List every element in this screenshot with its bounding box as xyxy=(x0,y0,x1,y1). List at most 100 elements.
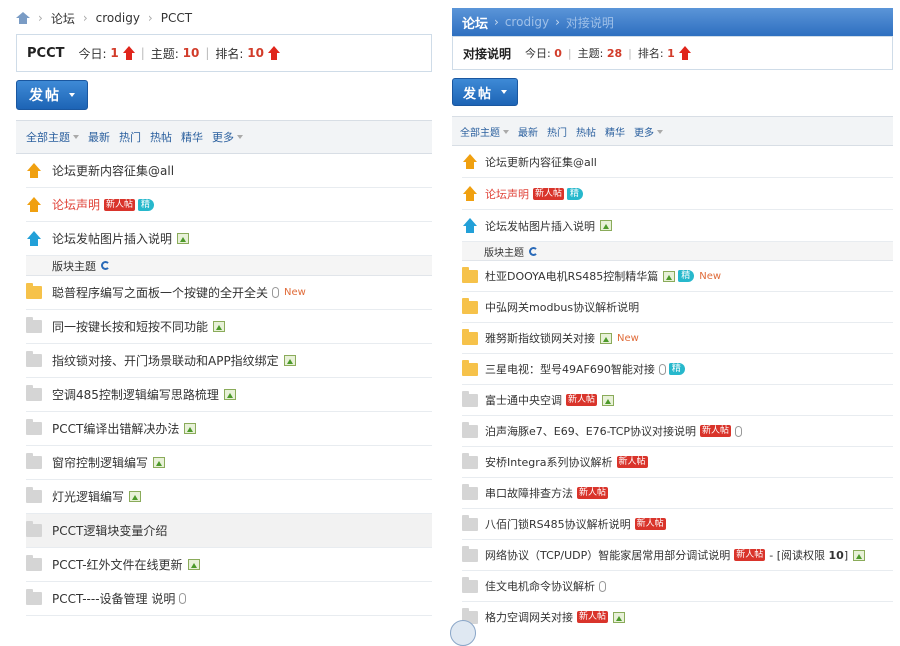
thread-row-hovered[interactable]: PCCT逻辑块变量介绍 xyxy=(26,514,432,548)
back-to-top-icon[interactable] xyxy=(450,620,476,646)
refresh-icon[interactable] xyxy=(101,261,110,270)
newbie-post-badge: 新人帖 xyxy=(700,425,732,437)
thread-title[interactable]: 中弘网关modbus协议解析说明 xyxy=(485,299,639,315)
thread-title[interactable]: 指纹锁对接、开门场景联动和APP指纹绑定 xyxy=(52,352,279,369)
thread-row[interactable]: 雅努斯指纹锁网关对接 New xyxy=(462,323,893,354)
thread-title[interactable]: 窗帘控制逻辑编写 xyxy=(52,454,148,471)
filter-latest[interactable]: 最新 xyxy=(88,129,110,145)
thread-title[interactable]: 聪普程序编写之面板一个按键的全开全关 xyxy=(52,284,268,301)
read-permission-end: ] xyxy=(843,549,849,562)
filter-all[interactable]: 全部主题 xyxy=(460,124,509,139)
thread-title[interactable]: 同一按键长按和短按不同功能 xyxy=(52,318,208,335)
thread-row[interactable]: 指纹锁对接、开门场景联动和APP指纹绑定 xyxy=(26,344,432,378)
thread-title[interactable]: 论坛更新内容征集@all xyxy=(52,162,174,179)
rank-label: 排名: xyxy=(637,47,664,60)
chevron-down-icon xyxy=(503,129,509,134)
thread-title[interactable]: 安桥Integra系列协议解析 xyxy=(485,454,613,470)
pinned-thread-row[interactable]: 论坛更新内容征集@all xyxy=(462,146,893,178)
digest-badge: 精 xyxy=(138,198,155,211)
breadcrumb-current[interactable]: PCCT xyxy=(161,11,192,25)
pinned-thread-row[interactable]: 论坛发帖图片插入说明 xyxy=(462,210,893,242)
thread-row[interactable]: 安桥Integra系列协议解析 新人帖 xyxy=(462,447,893,478)
pin-icon xyxy=(26,196,42,213)
thread-row[interactable]: PCCT-红外文件在线更新 xyxy=(26,548,432,582)
breadcrumb-current[interactable]: 对接说明 xyxy=(566,14,614,31)
up-arrow-icon xyxy=(678,46,691,60)
thread-row[interactable]: 格力空调网关对接 新人帖 xyxy=(462,602,893,632)
thread-title[interactable]: 灯光逻辑编写 xyxy=(52,488,124,505)
thread-title[interactable]: 串口故障排查方法 xyxy=(485,485,573,501)
pinned-thread-row[interactable]: 论坛更新内容征集@all xyxy=(26,154,432,188)
filter-hot[interactable]: 热门 xyxy=(547,124,567,139)
thread-row[interactable]: PCCT编译出错解决办法 xyxy=(26,412,432,446)
image-attachment-icon xyxy=(184,423,197,434)
pin-icon xyxy=(26,230,42,247)
thread-title[interactable]: PCCT逻辑块变量介绍 xyxy=(52,522,167,539)
thread-title[interactable]: 论坛发帖图片插入说明 xyxy=(485,218,595,234)
thread-row[interactable]: 佳文电机命令协议解析 xyxy=(462,571,893,602)
thread-row[interactable]: 同一按键长按和短按不同功能 xyxy=(26,310,432,344)
thread-title[interactable]: 杜亚DOOYA电机RS485控制精华篇 xyxy=(485,268,658,284)
thread-row[interactable]: 窗帘控制逻辑编写 xyxy=(26,446,432,480)
breadcrumb-user[interactable]: crodigy xyxy=(96,11,140,25)
filter-more[interactable]: 更多 xyxy=(634,124,663,139)
post-button[interactable]: 发帖 xyxy=(16,80,88,110)
thread-title[interactable]: 论坛声明 xyxy=(485,186,529,202)
today-label: 今日: xyxy=(525,47,551,60)
newbie-post-badge: 新人帖 xyxy=(566,394,598,406)
filter-all[interactable]: 全部主题 xyxy=(26,129,79,145)
folder-icon xyxy=(462,514,478,531)
thread-title[interactable]: 富士通中央空调 xyxy=(485,392,562,408)
filter-more[interactable]: 更多 xyxy=(212,129,243,145)
thread-title[interactable]: 网络协议（TCP/UDP）智能家居常用部分调试说明 xyxy=(485,547,730,563)
thread-row[interactable]: 网络协议（TCP/UDP）智能家居常用部分调试说明 新人帖 - [阅读权限 10… xyxy=(462,540,893,571)
breadcrumb-separator-icon: › xyxy=(147,11,153,25)
image-attachment-icon xyxy=(177,233,190,244)
filter-digest[interactable]: 精华 xyxy=(605,124,625,139)
thread-row[interactable]: 串口故障排查方法 新人帖 xyxy=(462,478,893,509)
pinned-thread-row[interactable]: 论坛声明 新人帖 精 xyxy=(26,188,432,222)
thread-title[interactable]: 雅努斯指纹锁网关对接 xyxy=(485,330,595,346)
breadcrumb-user[interactable]: crodigy xyxy=(505,15,549,29)
thread-row[interactable]: 空调485控制逻辑编写思路梳理 xyxy=(26,378,432,412)
today-label: 今日: xyxy=(78,46,107,61)
refresh-icon[interactable] xyxy=(529,246,538,256)
thread-title[interactable]: 佳文电机命令协议解析 xyxy=(485,578,595,594)
forum-info-box: PCCT 今日: 1 | 主题: 10 | 排名: 10 xyxy=(16,34,432,72)
thread-row[interactable]: 中弘网关modbus协议解析说明 xyxy=(462,292,893,323)
thread-title[interactable]: 论坛更新内容征集@all xyxy=(485,154,597,170)
post-button[interactable]: 发帖 xyxy=(452,78,518,106)
thread-title[interactable]: PCCT----设备管理 说明 xyxy=(52,590,175,607)
thread-row[interactable]: 泊声海豚e7、E69、E76-TCP协议对接说明 新人帖 xyxy=(462,416,893,447)
image-attachment-icon xyxy=(600,220,612,231)
pinned-thread-row[interactable]: 论坛发帖图片插入说明 xyxy=(26,222,432,256)
thread-row[interactable]: PCCT----设备管理 说明 xyxy=(26,582,432,616)
thread-row[interactable]: 八佰门锁RS485协议解析说明 新人帖 xyxy=(462,509,893,540)
filter-hot[interactable]: 热门 xyxy=(119,129,141,145)
thread-row[interactable]: 灯光逻辑编写 xyxy=(26,480,432,514)
filter-hot-posts[interactable]: 热帖 xyxy=(150,129,172,145)
thread-title[interactable]: 三星电视：型号49AF690智能对接 xyxy=(485,361,655,377)
filter-latest[interactable]: 最新 xyxy=(518,124,538,139)
thread-title[interactable]: 泊声海豚e7、E69、E76-TCP协议对接说明 xyxy=(485,423,696,439)
up-arrow-icon xyxy=(122,46,135,60)
thread-row[interactable]: 杜亚DOOYA电机RS485控制精华篇 精 New xyxy=(462,261,893,292)
pinned-thread-row[interactable]: 论坛声明 新人帖 精 xyxy=(462,178,893,210)
filter-hot-posts[interactable]: 热帖 xyxy=(576,124,596,139)
thread-row[interactable]: 富士通中央空调 新人帖 xyxy=(462,385,893,416)
thread-title[interactable]: 论坛声明 xyxy=(52,196,100,213)
thread-title[interactable]: 论坛发帖图片插入说明 xyxy=(52,230,172,247)
thread-title[interactable]: 八佰门锁RS485协议解析说明 xyxy=(485,516,631,532)
thread-row[interactable]: 三星电视：型号49AF690智能对接 精 xyxy=(462,354,893,385)
thread-row[interactable]: 聪普程序编写之面板一个按键的全开全关 New xyxy=(26,276,432,310)
forum-info-box: 对接说明 今日: 0 | 主题: 28 | 排名: 1 xyxy=(452,36,893,70)
attachment-icon xyxy=(179,593,187,604)
thread-title[interactable]: 空调485控制逻辑编写思路梳理 xyxy=(52,386,219,403)
breadcrumb-forum[interactable]: 论坛 xyxy=(51,10,75,27)
filter-digest[interactable]: 精华 xyxy=(181,129,203,145)
thread-title[interactable]: PCCT-红外文件在线更新 xyxy=(52,556,183,573)
thread-title[interactable]: PCCT编译出错解决办法 xyxy=(52,420,179,437)
thread-title[interactable]: 格力空调网关对接 xyxy=(485,609,573,625)
breadcrumb-forum[interactable]: 论坛 xyxy=(462,13,488,32)
home-icon[interactable] xyxy=(16,12,30,24)
